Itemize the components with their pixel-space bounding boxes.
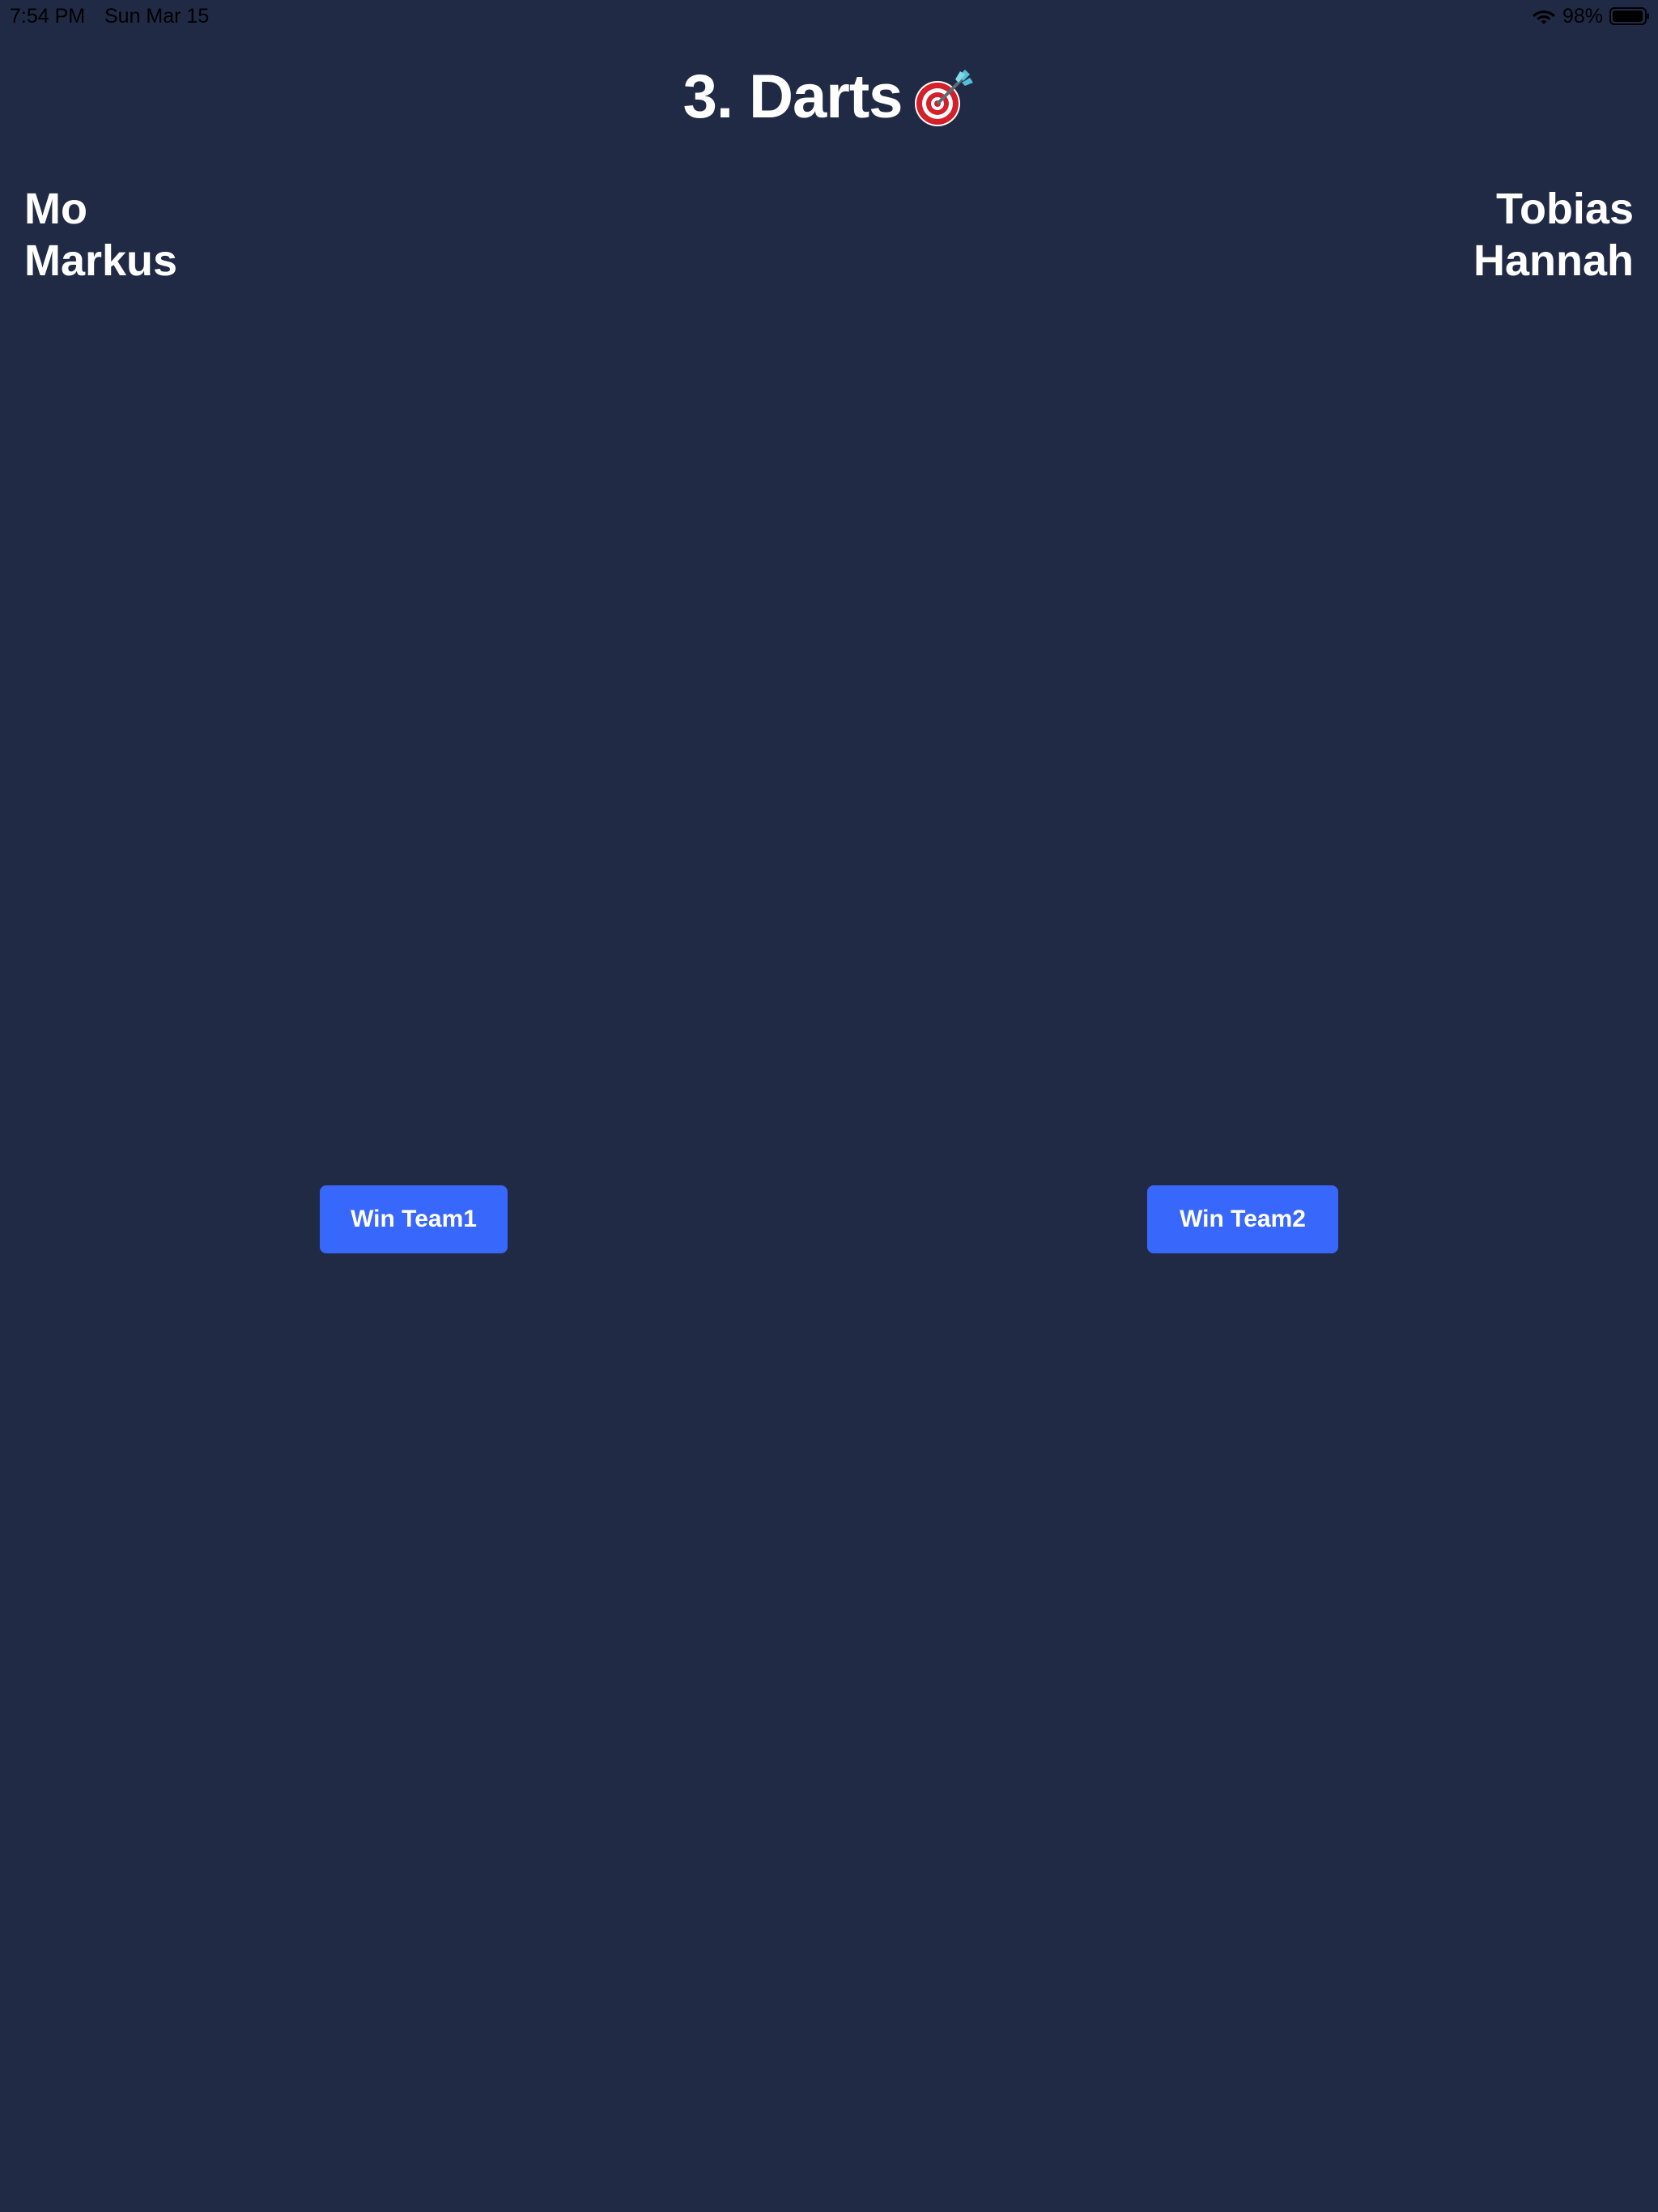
page-title: 3. Darts xyxy=(682,62,903,131)
team1-players: Mo Markus xyxy=(24,183,177,287)
battery-icon xyxy=(1609,7,1649,25)
win-team1-button[interactable]: Win Team1 xyxy=(320,1185,508,1253)
status-indicators: 98% xyxy=(1532,3,1650,29)
team2-players: Tobias Hannah xyxy=(1473,183,1634,287)
wifi-icon xyxy=(1532,11,1555,24)
team1-player-1: Mo xyxy=(24,185,87,233)
win-team2-button[interactable]: Win Team2 xyxy=(1147,1185,1338,1253)
dartboard-icon xyxy=(915,70,974,126)
status-date: Sun Mar 15 xyxy=(104,5,210,28)
team2-player-1: Tobias xyxy=(1495,185,1634,233)
team2-player-2: Hannah xyxy=(1473,236,1634,285)
header: 3. Darts xyxy=(0,58,1658,136)
battery-percent: 98% xyxy=(1562,5,1603,28)
team1-player-2: Markus xyxy=(24,236,178,285)
status-time: 7:54 PM xyxy=(10,5,86,28)
status-bar: 7:54 PM Sun Mar 15 98% xyxy=(0,0,1658,32)
